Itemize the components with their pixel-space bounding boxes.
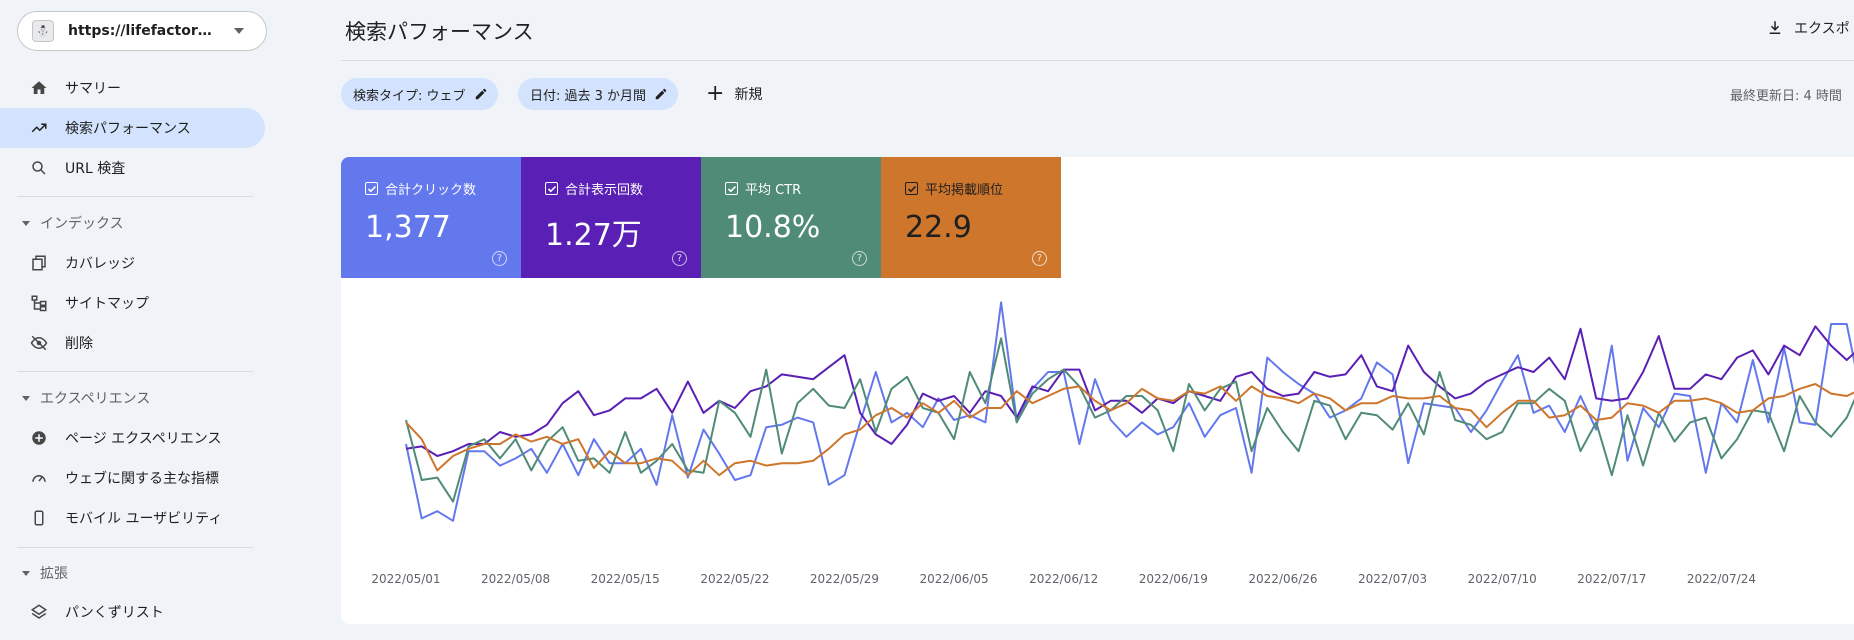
collapse-triangle-icon — [22, 220, 30, 226]
download-icon — [1769, 21, 1781, 34]
x-tick-label: 2022/05/08 — [481, 572, 550, 586]
new-filter-button[interactable]: + 新規 — [706, 80, 762, 108]
sidebar-item-label: 削除 — [65, 336, 93, 352]
page-title: 検索パフォーマンス — [345, 20, 534, 44]
metric-card-clicks[interactable]: 合計クリック数 1,377 ? — [341, 157, 521, 278]
property-selector[interactable]: ⛄ https://lifefactorybl... — [17, 11, 267, 51]
x-tick-label: 2022/05/22 — [700, 572, 769, 586]
series-line-2 — [405, 337, 1854, 503]
metric-label: 合計表示回数 — [565, 183, 644, 198]
home-icon — [30, 79, 48, 97]
export-label: エクスポ — [1794, 21, 1850, 37]
plus-icon: + — [706, 81, 725, 106]
sidebar-item-label: カバレッジ — [65, 256, 135, 272]
collapse-triangle-icon — [22, 395, 30, 401]
sidebar-item-sitemaps[interactable]: サイトマップ — [0, 283, 265, 323]
section-experience[interactable]: エクスペリエンス — [22, 386, 150, 410]
divider — [17, 547, 253, 548]
metric-value: 1.27万 — [545, 218, 642, 253]
sitemap-icon — [30, 294, 48, 312]
sidebar-item-label: サイトマップ — [65, 296, 149, 312]
sidebar-item-coverage[interactable]: カバレッジ — [0, 243, 265, 283]
sidebar-item-label: サマリー — [65, 81, 121, 97]
sidebar-item-removals[interactable]: 削除 — [0, 323, 265, 363]
last-updated-text: 最終更新日: 4 時間 — [1730, 89, 1842, 104]
trending-up-icon — [30, 119, 48, 137]
metric-value: 22.9 — [905, 210, 972, 245]
edit-pencil-icon[interactable] — [474, 87, 488, 101]
sidebar-item-url-inspection[interactable]: URL 検査 — [0, 148, 265, 188]
sidebar-item-summary[interactable]: サマリー — [0, 68, 265, 108]
metric-card-impressions[interactable]: 合計表示回数 1.27万 ? — [521, 157, 701, 278]
x-tick-label: 2022/07/17 — [1577, 572, 1646, 586]
filter-chip-label: 検索タイプ: ウェブ — [353, 88, 466, 104]
section-enhancements[interactable]: 拡張 — [22, 561, 68, 585]
filter-chip-date[interactable]: 日付: 過去 3 か月間 — [518, 78, 679, 110]
visibility-off-icon — [30, 334, 48, 352]
sidebar-item-page-experience[interactable]: ページ エクスペリエンス — [0, 418, 265, 458]
metric-label: 合計クリック数 — [385, 183, 477, 198]
divider — [17, 371, 253, 372]
edit-pencil-icon[interactable] — [654, 87, 668, 101]
sidebar-item-label: URL 検査 — [65, 161, 126, 177]
sidebar-item-label: ウェブに関する主な指標 — [65, 471, 219, 487]
checkbox-checked-icon[interactable] — [725, 182, 738, 195]
sidebar-item-performance[interactable]: 検索パフォーマンス — [0, 108, 265, 148]
section-label: エクスペリエンス — [40, 391, 151, 407]
chevron-down-icon — [234, 28, 244, 34]
metric-value: 1,377 — [365, 210, 451, 245]
sidebar-item-label: ページ エクスペリエンス — [65, 431, 222, 447]
performance-chart-card: 合計クリック数 1,377 ? 合計表示回数 1.27万 ? 平均 CTR 10… — [341, 157, 1854, 624]
metric-card-position[interactable]: 平均掲載順位 22.9 ? — [881, 157, 1061, 278]
x-tick-label: 2022/05/15 — [591, 572, 660, 586]
metric-label: 平均掲載順位 — [925, 183, 1004, 198]
checkbox-checked-icon[interactable] — [545, 182, 558, 195]
export-button[interactable]: エクスポ — [1766, 18, 1850, 38]
site-favicon: ⛄ — [32, 20, 54, 42]
speed-gauge-icon — [30, 469, 48, 487]
section-index[interactable]: インデックス — [22, 211, 124, 235]
x-tick-label: 2022/06/12 — [1029, 572, 1098, 586]
section-label: インデックス — [40, 216, 124, 232]
x-tick-label: 2022/05/01 — [371, 572, 440, 586]
add-circle-icon — [30, 429, 48, 447]
series-line-0 — [405, 301, 1854, 522]
x-tick-label: 2022/06/05 — [920, 572, 989, 586]
copy-pages-icon — [30, 254, 48, 272]
metric-value: 10.8% — [725, 210, 821, 245]
sidebar-item-breadcrumbs[interactable]: パンくずリスト — [0, 592, 265, 632]
sidebar-item-label: モバイル ユーザビリティ — [65, 511, 223, 527]
filter-chip-search-type[interactable]: 検索タイプ: ウェブ — [341, 78, 498, 110]
x-tick-label: 2022/06/26 — [1248, 572, 1317, 586]
smartphone-icon — [30, 509, 48, 527]
checkbox-checked-icon[interactable] — [905, 182, 918, 195]
property-url: https://lifefactorybl... — [68, 23, 218, 39]
search-icon — [30, 159, 48, 177]
help-icon[interactable]: ? — [672, 251, 687, 266]
performance-line-chart: 2022/05/01 2022/05/08 2022/05/15 2022/05/22… — [371, 301, 1854, 586]
collapse-triangle-icon — [22, 570, 30, 576]
sidebar-item-label: 検索パフォーマンス — [65, 121, 191, 137]
sidebar-item-label: パンくずリスト — [65, 605, 164, 621]
checkbox-checked-icon[interactable] — [365, 182, 378, 195]
x-tick-label: 2022/05/29 — [810, 572, 879, 586]
metric-label: 平均 CTR — [745, 183, 802, 198]
new-filter-label: 新規 — [734, 87, 763, 103]
filter-chip-label: 日付: 過去 3 か月間 — [530, 88, 647, 104]
section-label: 拡張 — [40, 566, 68, 582]
help-icon[interactable]: ? — [1032, 251, 1047, 266]
x-tick-label: 2022/07/10 — [1468, 572, 1537, 586]
metric-card-ctr[interactable]: 平均 CTR 10.8% ? — [701, 157, 881, 278]
x-tick-label: 2022/07/24 — [1687, 572, 1756, 586]
sidebar: ⛄ https://lifefactorybl... サマリー 検索パフォーマン… — [0, 0, 267, 640]
sidebar-item-core-web-vitals[interactable]: ウェブに関する主な指標 — [0, 458, 265, 498]
divider — [17, 196, 253, 197]
header-divider — [341, 60, 1854, 61]
x-tick-label: 2022/07/03 — [1358, 572, 1427, 586]
help-icon[interactable]: ? — [852, 251, 867, 266]
x-tick-label: 2022/06/19 — [1139, 572, 1208, 586]
help-icon[interactable]: ? — [492, 251, 507, 266]
layers-icon — [30, 603, 48, 621]
sidebar-item-mobile-usability[interactable]: モバイル ユーザビリティ — [0, 498, 265, 538]
